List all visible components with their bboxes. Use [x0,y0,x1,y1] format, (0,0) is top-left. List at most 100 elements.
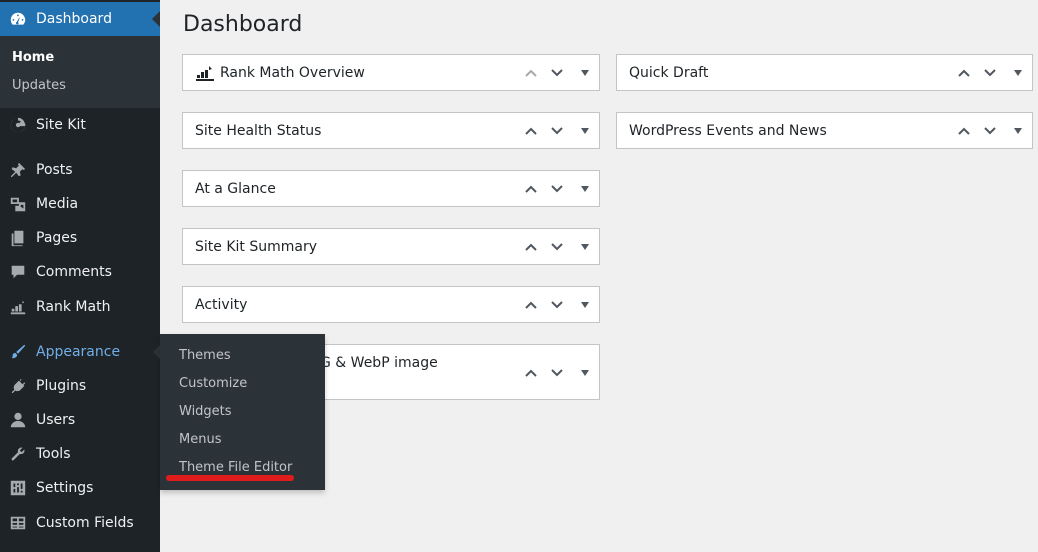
sidebar-item-users[interactable]: Users [0,403,160,437]
sidebar-item-label: Users [36,412,76,428]
sidebar-item-pages[interactable]: Pages [0,221,160,255]
move-up-icon[interactable] [956,65,972,81]
widget-controls [956,55,1022,91]
widget-title: G & WebP image [320,345,438,381]
rank-math-icon [196,66,214,81]
toggle-panel-icon[interactable] [581,370,589,376]
plugin-icon [0,377,36,395]
widget-title-text: At a Glance [195,181,276,197]
toggle-panel-icon[interactable] [581,244,589,250]
sidebar-item-label: Site Kit [36,117,86,133]
move-up-icon[interactable] [956,123,972,139]
sidebar-item-tools[interactable]: Tools [0,437,160,471]
page-title: Dashboard [183,12,303,37]
move-up-icon[interactable] [523,123,539,139]
widget-title-text: Rank Math Overview [220,65,365,81]
pushpin-icon [0,161,36,179]
move-up-icon[interactable] [523,181,539,197]
move-down-icon[interactable] [549,239,565,255]
sidebar-item-label: Plugins [36,378,87,394]
move-down-icon[interactable] [549,181,565,197]
widget-title-text: Activity [195,297,248,313]
admin-sidebar: Dashboard Home Updates Site Kit Posts Me… [0,0,161,552]
sidebar-item-label: Media [36,196,79,212]
sidebar-item-settings[interactable]: Settings [0,471,160,505]
table-icon [0,514,36,532]
sidebar-item-posts[interactable]: Posts [0,153,160,187]
widget-activity: Activity [182,286,600,323]
sidebar-item-label: Rank Math [36,299,111,315]
move-down-icon[interactable] [982,65,998,81]
widget-title-text: Site Health Status [195,123,322,139]
toggle-panel-icon[interactable] [581,302,589,308]
move-up-icon[interactable] [523,65,539,81]
toggle-panel-icon[interactable] [1014,70,1022,76]
flyout-item-menus[interactable]: Menus [179,432,221,447]
flyout-item-customize[interactable]: Customize [179,376,247,391]
sidebar-item-label: Tools [36,446,71,462]
sidebar-item-custom-fields[interactable]: Custom Fields [0,506,160,540]
move-down-icon[interactable] [549,123,565,139]
sidebar-item-label: Pages [36,230,78,246]
sidebar-item-appearance[interactable]: Appearance [0,335,161,369]
move-up-icon[interactable] [523,239,539,255]
sidebar-item-media[interactable]: Media [0,187,160,221]
pages-icon [0,229,36,247]
user-icon [0,411,36,429]
move-down-icon[interactable] [982,123,998,139]
toggle-panel-icon[interactable] [1014,128,1022,134]
sidebar-item-plugins[interactable]: Plugins [0,369,160,403]
sidebar-item-label: Dashboard [36,11,112,27]
widget-title: At a Glance [195,171,276,207]
widget-controls [523,355,589,391]
sidebar-item-rank-math[interactable]: Rank Math [0,290,160,324]
move-up-icon[interactable] [523,297,539,313]
sidebar-item-label: Comments [36,264,112,280]
sidebar-item-dashboard[interactable]: Dashboard [0,2,160,36]
widget-controls [523,229,589,265]
move-up-icon[interactable] [523,365,539,381]
widget-title: Site Health Status [195,113,321,149]
move-down-icon[interactable] [549,65,565,81]
move-down-icon[interactable] [549,297,565,313]
widget-controls [523,287,589,323]
paintbrush-icon [0,343,36,361]
toggle-panel-icon[interactable] [581,70,589,76]
sidebar-item-label: Posts [36,162,73,178]
toggle-panel-icon[interactable] [581,186,589,192]
dashboard-submenu: Home Updates [0,36,160,108]
widget-title-text: WordPress Events and News [629,123,827,139]
google-g-icon [0,116,36,134]
appearance-flyout-menu: Themes Customize Widgets Menus Theme Fil… [160,334,325,490]
submenu-home[interactable]: Home [12,50,54,65]
flyout-item-widgets[interactable]: Widgets [179,404,232,419]
widget-rank-math-overview: Rank Math Overview [182,54,600,91]
sidebar-item-site-kit[interactable]: Site Kit [0,108,160,142]
comment-icon [0,263,36,281]
move-down-icon[interactable] [549,365,565,381]
widget-title: Site Kit Summary [195,229,317,265]
widget-controls [523,55,589,91]
widget-controls [523,171,589,207]
sidebar-item-label: Appearance [36,344,121,360]
submenu-updates[interactable]: Updates [12,78,66,93]
widget-site-health-status: Site Health Status [182,112,600,149]
widget-title: WordPress Events and News [629,113,827,149]
flyout-item-themes[interactable]: Themes [179,348,231,363]
widget-title: Rank Math Overview [195,55,365,91]
widget-title: Activity [195,287,247,323]
widget-site-kit-summary: Site Kit Summary [182,228,600,265]
media-icon [0,195,36,213]
toggle-panel-icon[interactable] [581,128,589,134]
widget-title-text: Site Kit Summary [195,239,317,255]
widget-controls [956,113,1022,149]
flyout-item-theme-file-editor[interactable]: Theme File Editor [179,460,292,475]
annotation-underline [166,475,294,481]
widget-controls [523,113,589,149]
sidebar-item-comments[interactable]: Comments [0,255,160,289]
gauge-icon [0,10,36,28]
sidebar-item-label: Settings [36,480,94,496]
wrench-icon [0,445,36,463]
current-pointer [152,11,160,27]
widget-wordpress-events-news: WordPress Events and News [616,112,1033,149]
